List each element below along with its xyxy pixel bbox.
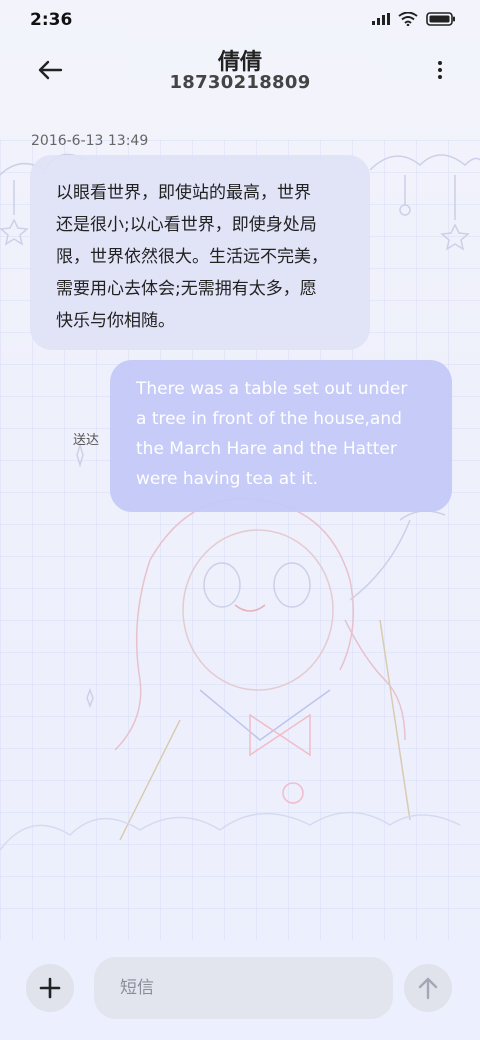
wifi-icon xyxy=(398,12,418,26)
message-line: were having tea at it. xyxy=(136,469,319,489)
status-icons xyxy=(372,12,456,26)
message-input[interactable] xyxy=(118,977,369,999)
message-line: 快乐与你相随。 xyxy=(56,311,175,331)
battery-icon xyxy=(426,12,455,26)
contact-phone-number: 18730218809 xyxy=(169,72,311,93)
message-line: 还是很小;以心看世界，即使身处局 xyxy=(56,215,317,235)
message-line: the March Hare and the Hatter xyxy=(136,439,397,459)
message-input-container[interactable] xyxy=(94,957,393,1019)
status-time: 2:36 xyxy=(30,10,73,30)
more-vertical-icon xyxy=(438,61,442,65)
message-line: 限，世界依然很大。生活远不完美， xyxy=(56,247,328,267)
add-attachment-button[interactable] xyxy=(26,964,74,1012)
arrow-up-icon xyxy=(418,977,438,1000)
more-options-button[interactable] xyxy=(430,54,450,86)
message-timestamp: 2016-6-13 13:49 xyxy=(31,133,149,149)
message-line: 以眼看世界，即使站的最高，世界 xyxy=(56,183,311,203)
message-line: There was a table set out under xyxy=(136,379,408,399)
outgoing-message-bubble[interactable]: There was a table set out under a tree i… xyxy=(110,360,452,512)
incoming-message-bubble[interactable]: 以眼看世界，即使站的最高，世界 还是很小;以心看世界，即使身处局 限，世界依然很… xyxy=(30,155,370,350)
message-line: a tree in front of the house,and xyxy=(136,409,402,429)
delivery-status: 送达 xyxy=(73,433,100,448)
plus-icon xyxy=(39,977,61,999)
signal-icon xyxy=(372,13,390,25)
conversation-header: 倩倩 18730218809 xyxy=(0,40,480,100)
status-bar: 2:36 xyxy=(0,0,480,40)
send-button[interactable] xyxy=(404,964,452,1012)
message-line: 需要用心去体会;无需拥有太多，愿 xyxy=(56,279,317,299)
